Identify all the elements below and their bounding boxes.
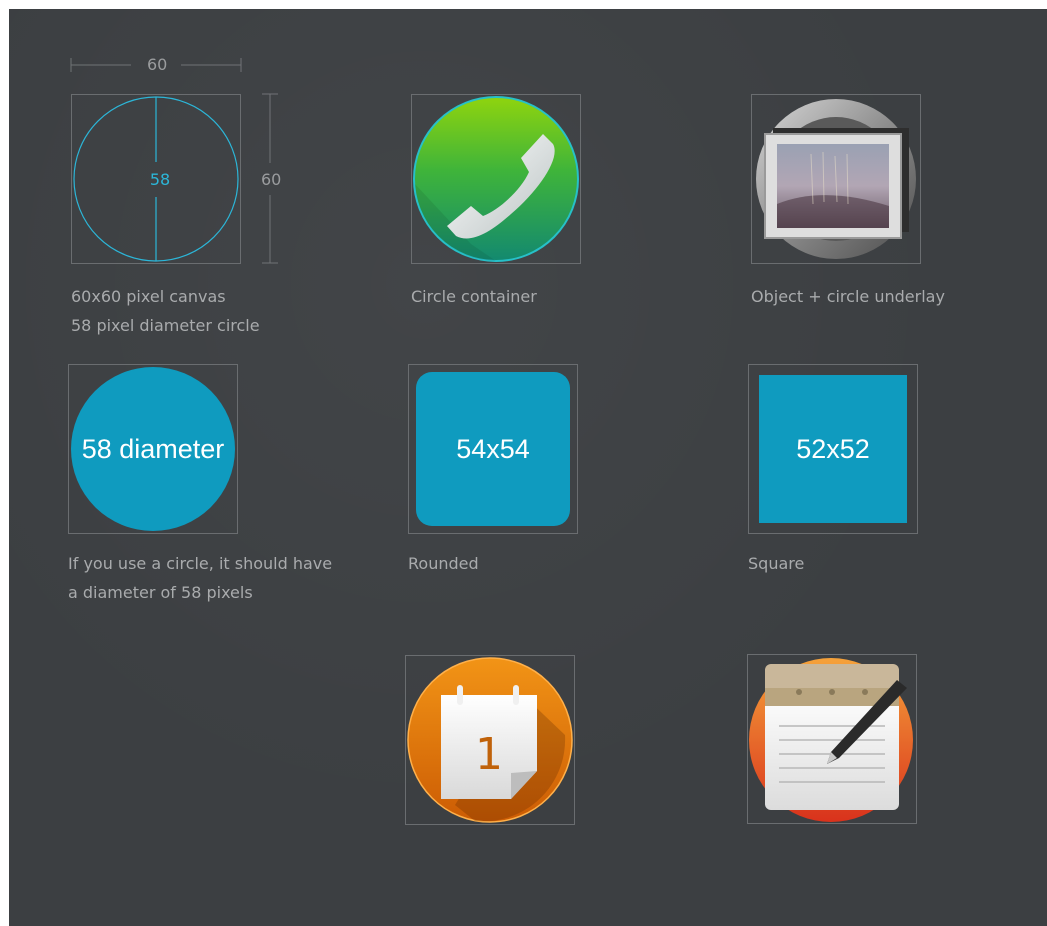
diagram-caption-line1: 60x60 pixel canvas: [71, 287, 226, 306]
object-underlay-caption: Object + circle underlay: [751, 287, 945, 306]
square-caption: Square: [748, 554, 805, 573]
square-shape: 52x52: [759, 375, 907, 523]
circle-caption-line2: a diameter of 58 pixels: [68, 583, 253, 602]
photo-gallery-icon: [756, 99, 916, 259]
rounded-caption: Rounded: [408, 554, 479, 573]
calendar-day-number: 1: [475, 729, 503, 780]
rounded-square-shape: 54x54: [416, 372, 570, 526]
circle-shape-label: 58 diameter: [81, 433, 225, 464]
circle-shape: 58 diameter: [71, 367, 235, 531]
circle-container-caption: Circle container: [411, 287, 537, 306]
width-label: 60: [147, 55, 168, 74]
calendar-icon: 1: [407, 657, 573, 823]
circle-caption-line1: If you use a circle, it should have: [68, 554, 333, 573]
notepad-icon: [749, 658, 913, 822]
diagram-caption-line2: 58 pixel diameter circle: [71, 316, 260, 335]
diameter-label: 58: [149, 170, 171, 189]
phone-icon: [413, 96, 579, 262]
square-label: 52x52: [796, 433, 870, 464]
rounded-square-label: 54x54: [456, 433, 530, 464]
height-label: 60: [261, 170, 282, 189]
